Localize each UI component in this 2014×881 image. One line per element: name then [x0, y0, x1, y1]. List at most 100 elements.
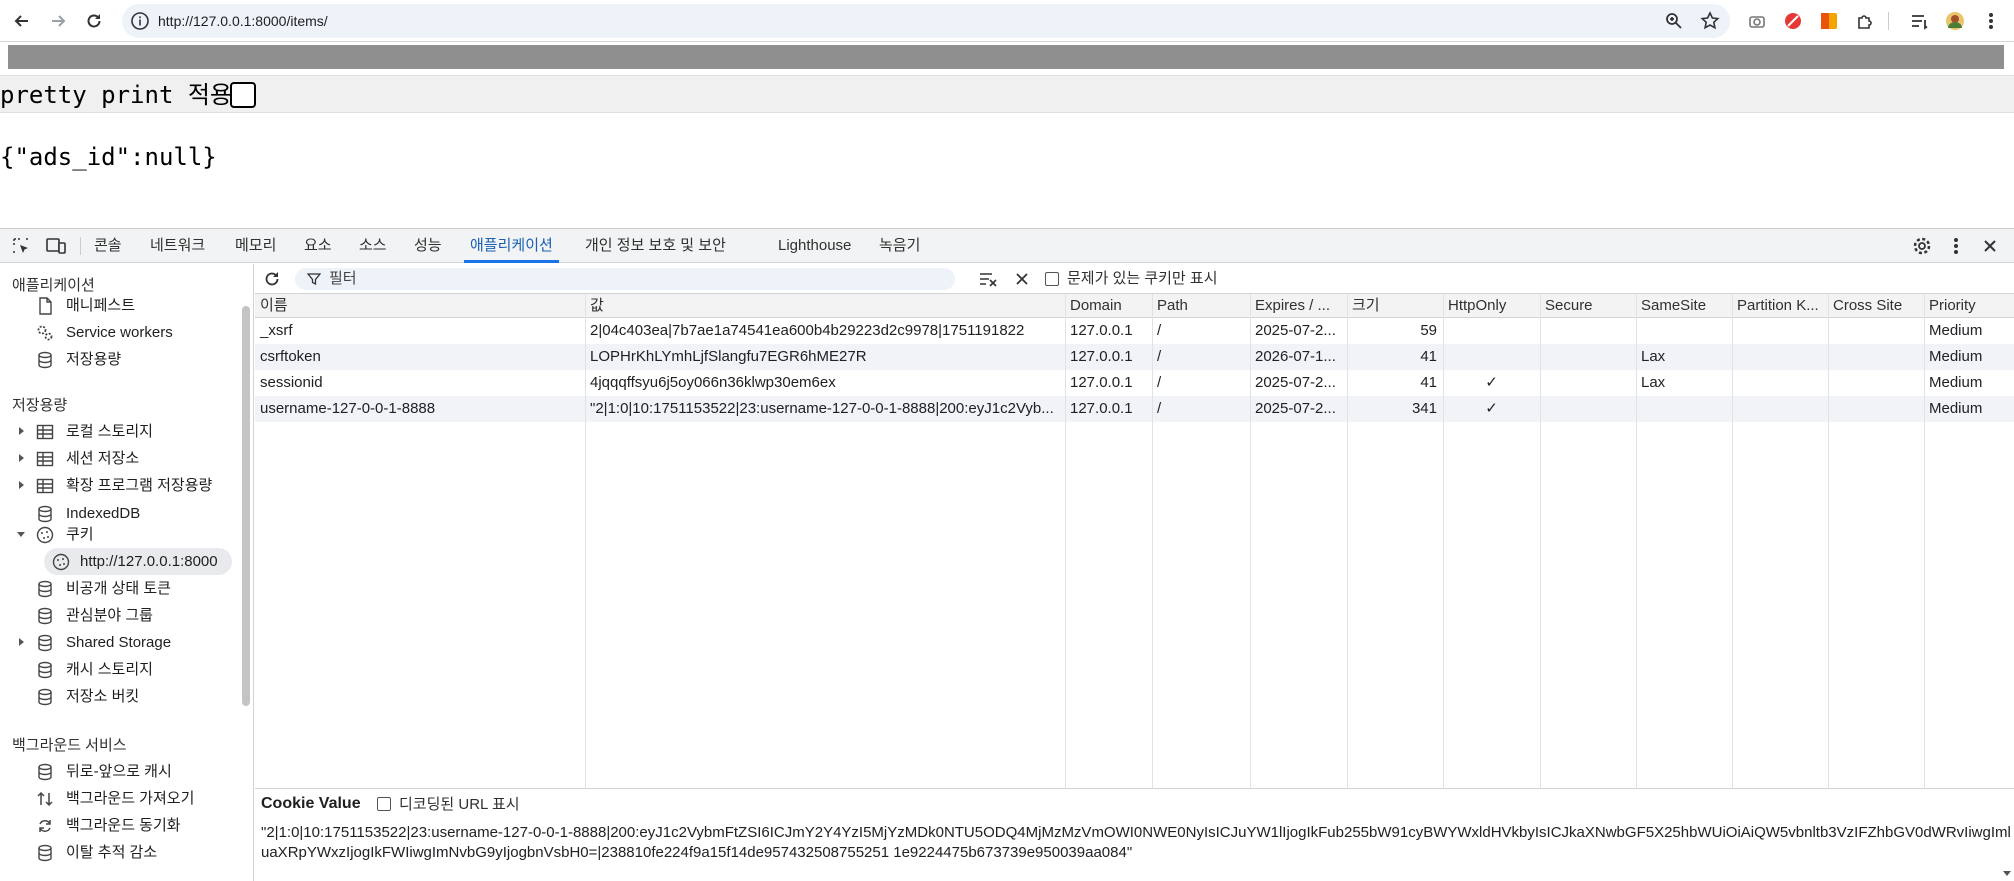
cookie-icon — [36, 526, 54, 544]
column-header-httponly[interactable]: HttpOnly — [1443, 294, 1540, 318]
settings-gear-icon[interactable] — [1912, 236, 1932, 256]
refresh-icon[interactable] — [263, 270, 281, 288]
table-grid-icon — [36, 478, 54, 494]
cell-size: 41 — [1420, 374, 1437, 391]
column-header-cross-site[interactable]: Cross Site — [1828, 294, 1924, 318]
gears-icon — [37, 325, 53, 341]
camera-icon[interactable] — [1746, 10, 1768, 32]
json-output: {"ads_id":null} — [0, 143, 217, 171]
column-header-samesite[interactable]: SameSite — [1636, 294, 1732, 318]
cell-cross-site — [1828, 396, 1924, 422]
tab-recorder[interactable]: 녹음기 — [879, 229, 920, 263]
pretty-print-checkbox[interactable] — [230, 82, 256, 108]
clear-filtered-icon[interactable] — [979, 270, 999, 288]
reload-icon[interactable] — [80, 7, 108, 35]
issue-only-checkbox[interactable] — [1045, 272, 1059, 286]
browser-menu-icon[interactable] — [1980, 10, 2002, 32]
tab-memory[interactable]: 메모리 — [235, 229, 276, 263]
file-icon — [39, 297, 52, 315]
column-header-priority[interactable]: Priority — [1924, 294, 2014, 318]
close-icon[interactable] — [1982, 238, 1998, 254]
cell-priority: Medium — [1929, 322, 1983, 339]
cell-samesite: Lax — [1641, 348, 1666, 365]
database-icon — [38, 505, 52, 523]
filter-placeholder: 필터 — [329, 270, 357, 287]
sidebar-scrollbar[interactable] — [242, 306, 250, 706]
tab-lighthouse[interactable]: Lighthouse — [778, 229, 851, 263]
tab-application[interactable]: 애플리케이션 — [464, 229, 559, 263]
expand-arrow-icon[interactable] — [16, 426, 26, 436]
reading-list-icon[interactable] — [1908, 10, 1930, 32]
back-icon[interactable] — [8, 7, 36, 35]
tab-elements[interactable]: 요소 — [304, 229, 332, 263]
expand-arrow-icon[interactable] — [16, 480, 26, 490]
table-row[interactable]: sessionid 4jqqqffsyu6j5oy066n36klwp30em6e… — [255, 370, 2014, 396]
cell-expires: 2025-07-2... — [1255, 374, 1336, 391]
column-header-domain[interactable]: Domain — [1065, 294, 1152, 318]
forward-icon[interactable] — [44, 7, 72, 35]
tab-console[interactable]: 콘솔 — [94, 229, 122, 263]
cell-samesite: Lax — [1641, 374, 1666, 391]
database-icon — [38, 844, 52, 862]
zoom-icon[interactable] — [1664, 11, 1684, 31]
tab-privacy-security[interactable]: 개인 정보 보호 및 보안 — [585, 229, 726, 263]
bookmark-star-icon[interactable] — [1700, 11, 1720, 31]
scroll-down-arrow-icon[interactable] — [2003, 869, 2011, 877]
sync-icon — [39, 820, 51, 832]
cell-size: 41 — [1420, 348, 1437, 365]
column-divider — [1540, 294, 1541, 788]
column-divider — [1636, 294, 1637, 788]
cell-value: "2|1:0|10:1751153522|23:username-127-0-0… — [590, 400, 1054, 417]
device-toolbar-icon[interactable] — [46, 237, 66, 255]
tab-performance[interactable]: 성능 — [414, 229, 442, 263]
color-extension-icon[interactable] — [1818, 10, 1840, 32]
collapse-arrow-icon[interactable] — [16, 529, 26, 539]
tab-network[interactable]: 네트워크 — [150, 229, 205, 263]
table-row[interactable]: username-127-0-0-1-8888 "2|1:0|10:1751153… — [255, 396, 2014, 422]
decoded-url-checkbox[interactable] — [377, 797, 391, 811]
cookie-value-title: Cookie Value — [261, 795, 361, 812]
avatar[interactable] — [1944, 10, 1966, 32]
cell-name: sessionid — [260, 374, 323, 391]
inspect-element-icon[interactable] — [12, 237, 30, 255]
database-icon — [38, 607, 52, 625]
address-bar[interactable]: http://127.0.0.1:8000/items/ — [122, 4, 1730, 38]
column-header-size[interactable]: 크기 — [1347, 294, 1443, 318]
cell-value: 4jqqqffsyu6j5oy066n36klwp30em6ex — [590, 374, 836, 391]
devtools-tabbar: 콘솔 네트워크 메모리 요소 소스 성능 애플리케이션 개인 정보 보호 및 보… — [0, 229, 2014, 263]
filter-input[interactable]: 필터 — [295, 268, 955, 290]
column-header-value[interactable]: 값 — [585, 294, 1065, 318]
section-storage: 저장용량 — [12, 397, 68, 414]
cell-path: / — [1157, 374, 1162, 391]
section-background-services: 백그라운드 서비스 — [12, 737, 127, 754]
column-divider — [1250, 294, 1251, 788]
cell-httponly: ✓ — [1485, 400, 1498, 417]
tabbar-divider — [80, 237, 81, 255]
cell-secure — [1540, 318, 1636, 344]
cookie-toolbar: 필터 문제가 있는 쿠키만 표시 — [255, 264, 2014, 294]
column-divider — [1443, 294, 1444, 788]
expand-arrow-icon[interactable] — [16, 637, 26, 647]
extensions-puzzle-icon[interactable] — [1854, 10, 1876, 32]
database-icon — [38, 688, 52, 706]
tab-sources[interactable]: 소스 — [359, 229, 387, 263]
table-row[interactable]: csrftoken LOPHrKhLYmhLjfSlangfu7EGR6hME27… — [255, 344, 2014, 370]
cell-size: 59 — [1420, 322, 1437, 339]
blocker-extension-icon[interactable] — [1782, 10, 1804, 32]
cell-domain: 127.0.0.1 — [1070, 322, 1133, 339]
column-header-name[interactable]: 이름 — [255, 294, 585, 318]
expand-arrow-icon[interactable] — [16, 453, 26, 463]
delete-selected-icon[interactable] — [1014, 271, 1030, 287]
table-row[interactable]: _xsrf 2|04c403ea|7b7ae1a74541ea600b4b2922… — [255, 318, 2014, 344]
cell-expires: 2026-07-1... — [1255, 348, 1336, 365]
column-header-secure[interactable]: Secure — [1540, 294, 1636, 318]
column-header-expires[interactable]: Expires / ... — [1250, 294, 1347, 318]
site-info-icon[interactable] — [130, 11, 150, 31]
cookie-icon — [52, 553, 70, 571]
devtools-menu-icon[interactable] — [1953, 237, 1959, 255]
page-header-bar — [8, 45, 2004, 69]
column-header-partition-key[interactable]: Partition K... — [1732, 294, 1828, 318]
cell-priority: Medium — [1929, 348, 1983, 365]
column-header-path[interactable]: Path — [1152, 294, 1250, 318]
devtools-panel: 콘솔 네트워크 메모리 요소 소스 성능 애플리케이션 개인 정보 보호 및 보… — [0, 228, 2014, 881]
